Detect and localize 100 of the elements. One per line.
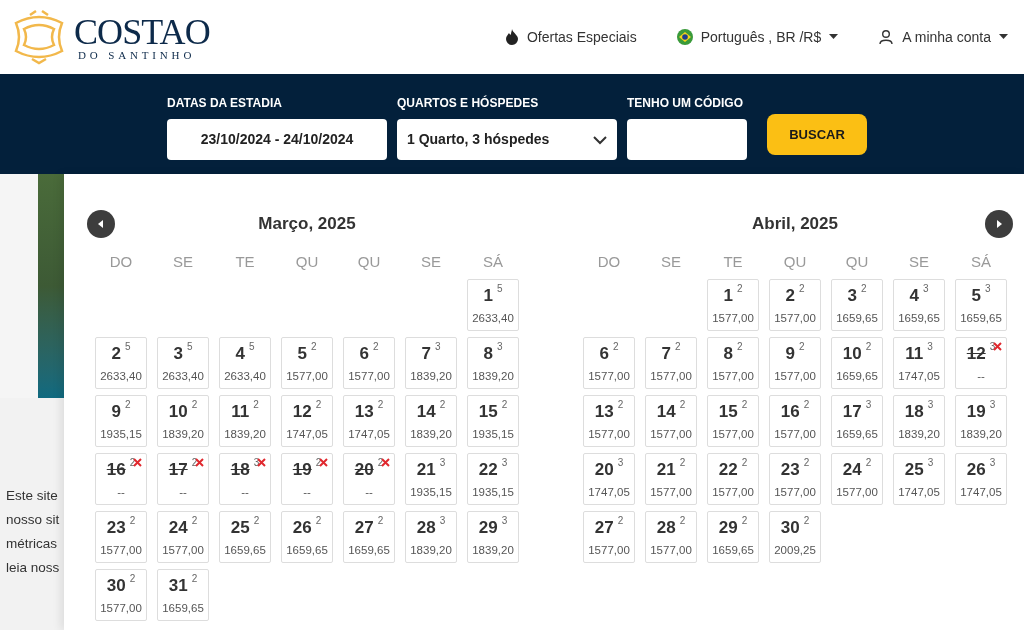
day-price: 1577,00 <box>100 542 142 558</box>
calendar-day[interactable]: 20 3 1747,05 <box>583 452 635 505</box>
calendar-day[interactable]: 9 2 1935,15 <box>95 394 147 447</box>
calendar-day[interactable]: 22 2 1577,00 <box>707 452 759 505</box>
weekday-label: SE <box>908 252 930 272</box>
calendar-day[interactable]: 4 3 1659,65 <box>893 278 945 331</box>
day-number: 24 <box>168 516 188 539</box>
calendar-day[interactable]: 27 2 1577,00 <box>583 510 635 563</box>
minimum-nights: 2 <box>253 399 259 410</box>
calendar-day[interactable]: 24 2 1577,00 <box>831 452 883 505</box>
calendar-day[interactable]: 30 2 1577,00 <box>95 568 147 621</box>
calendar-day[interactable]: 26 2 1659,65 <box>281 510 333 563</box>
calendar-day[interactable]: 13 2 1747,05 <box>343 394 395 447</box>
calendar-day[interactable]: 4 5 2633,40 <box>219 336 271 389</box>
calendar-day[interactable]: 21 3 1935,15 <box>405 452 457 505</box>
day-number: 2 <box>111 342 121 365</box>
weekday-label: QU <box>782 252 808 272</box>
calendar-day[interactable]: 26 3 1747,05 <box>955 452 1007 505</box>
calendar-day[interactable]: 8 3 1839,20 <box>467 336 519 389</box>
minimum-nights: 5 <box>124 341 131 352</box>
left-arrow-icon <box>96 219 106 229</box>
day-number: 25 <box>904 458 924 481</box>
calendar-day[interactable]: 3 5 2633,40 <box>157 336 209 389</box>
calendar-day[interactable]: 1 2 1577,00 <box>707 278 759 331</box>
day-number: 1 <box>483 284 493 307</box>
offers-link[interactable]: Ofertas Especiais <box>504 26 637 48</box>
day-number: 25 <box>230 516 250 539</box>
calendar-day[interactable]: 25 2 1659,65 <box>219 510 271 563</box>
day-price: 1935,15 <box>472 484 514 500</box>
account-menu[interactable]: A minha conta <box>878 26 1008 48</box>
minimum-nights: 2 <box>865 341 872 352</box>
calendar-day[interactable]: 8 2 1577,00 <box>707 336 759 389</box>
calendar-day[interactable]: 7 3 1839,20 <box>405 336 457 389</box>
calendar-day[interactable]: 22 3 1935,15 <box>467 452 519 505</box>
calendar-day[interactable]: 2 5 2633,40 <box>95 336 147 389</box>
minimum-nights: 3 <box>989 399 996 410</box>
day-number: 6 <box>359 342 369 365</box>
day-price: 2633,40 <box>472 310 514 326</box>
day-number: 12 <box>292 400 312 423</box>
calendar-day[interactable]: 30 2 2009,25 <box>769 510 821 563</box>
minimum-nights: 2 <box>191 399 198 410</box>
calendar-day[interactable]: 29 3 1839,20 <box>467 510 519 563</box>
previous-month-button[interactable] <box>87 210 115 238</box>
calendar-day[interactable]: 25 3 1747,05 <box>893 452 945 505</box>
calendar-day[interactable]: 28 3 1839,20 <box>405 510 457 563</box>
day-price: 1839,20 <box>472 368 514 384</box>
calendar-day[interactable]: 5 2 1577,00 <box>281 336 333 389</box>
language-selector[interactable]: Português , BR /R$ <box>676 26 839 48</box>
day-price: -- <box>303 484 311 500</box>
calendar-day[interactable]: 21 2 1577,00 <box>645 452 697 505</box>
calendar-day[interactable]: 27 2 1659,65 <box>343 510 395 563</box>
calendar-day[interactable]: 10 2 1659,65 <box>831 336 883 389</box>
day-number: 10 <box>168 400 188 423</box>
calendar-day[interactable]: 9 2 1577,00 <box>769 336 821 389</box>
calendar-day[interactable]: 7 2 1577,00 <box>645 336 697 389</box>
calendar-day[interactable]: 28 2 1577,00 <box>645 510 697 563</box>
calendar-day[interactable]: 24 2 1577,00 <box>157 510 209 563</box>
calendar-day[interactable]: 11 3 1747,05 <box>893 336 945 389</box>
calendar-day[interactable]: 12 2 1747,05 <box>281 394 333 447</box>
minimum-nights: 2 <box>377 399 384 410</box>
day-number: 14 <box>656 400 676 423</box>
minimum-nights: 3 <box>927 341 933 352</box>
day-price: -- <box>117 484 125 500</box>
day-number: 17 <box>168 458 188 481</box>
date-range-field[interactable]: 23/10/2024 - 24/10/2024 <box>167 119 387 160</box>
minimum-nights: 2 <box>674 341 681 352</box>
calendar-day[interactable]: 23 2 1577,00 <box>95 510 147 563</box>
calendar-day[interactable]: 14 2 1839,20 <box>405 394 457 447</box>
calendar-day[interactable]: 29 2 1659,65 <box>707 510 759 563</box>
day-number: 4 <box>909 284 919 307</box>
day-number: 17 <box>842 400 862 423</box>
calendar-day[interactable]: 3 2 1659,65 <box>831 278 883 331</box>
calendar-day[interactable]: 13 2 1577,00 <box>583 394 635 447</box>
calendar-day[interactable]: 23 2 1577,00 <box>769 452 821 505</box>
calendar-day[interactable]: 10 2 1839,20 <box>157 394 209 447</box>
brazil-flag-icon <box>676 29 693 45</box>
calendar-day[interactable]: 17 3 1659,65 <box>831 394 883 447</box>
promo-code-input[interactable] <box>627 119 747 160</box>
calendar-day[interactable]: 11 2 1839,20 <box>219 394 271 447</box>
calendar-day[interactable]: 14 2 1577,00 <box>645 394 697 447</box>
calendar-day[interactable]: 6 2 1577,00 <box>583 336 635 389</box>
calendar-day[interactable]: 6 2 1577,00 <box>343 336 395 389</box>
day-price: 1747,05 <box>588 484 630 500</box>
calendar-day[interactable]: 5 3 1659,65 <box>955 278 1007 331</box>
calendar-day[interactable]: 15 2 1577,00 <box>707 394 759 447</box>
rooms-guests-dropdown[interactable]: 1 Quarto, 3 hóspedes <box>397 119 617 160</box>
day-number: 24 <box>842 458 862 481</box>
next-month-button[interactable] <box>985 210 1013 238</box>
calendar-day[interactable]: 18 3 1839,20 <box>893 394 945 447</box>
day-number: 13 <box>594 400 614 423</box>
calendar-day[interactable]: 1 5 2633,40 <box>467 278 519 331</box>
day-price: 1747,05 <box>348 426 390 442</box>
calendar-day[interactable]: 31 2 1659,65 <box>157 568 209 621</box>
day-number: 5 <box>297 342 307 365</box>
minimum-nights: 2 <box>803 515 810 526</box>
calendar-day[interactable]: 16 2 1577,00 <box>769 394 821 447</box>
search-button[interactable]: BUSCAR <box>767 114 867 155</box>
calendar-day[interactable]: 19 3 1839,20 <box>955 394 1007 447</box>
calendar-day[interactable]: 2 2 1577,00 <box>769 278 821 331</box>
calendar-day[interactable]: 15 2 1935,15 <box>467 394 519 447</box>
